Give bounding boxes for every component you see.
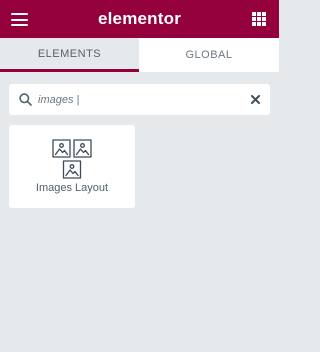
grid-icon[interactable] (252, 12, 266, 26)
search-icon (19, 93, 32, 106)
panel-tabs: ELEMENTS GLOBAL (0, 38, 279, 72)
images-layout-icon (52, 139, 92, 179)
top-bar: elementor (0, 0, 279, 38)
search-box (9, 84, 270, 115)
widget-label: Images Layout (35, 182, 109, 194)
elementor-logo: elementor (97, 9, 182, 28)
close-icon[interactable] (250, 94, 261, 105)
search-input[interactable] (38, 84, 238, 115)
tab-elements[interactable]: ELEMENTS (0, 38, 139, 72)
tab-global[interactable]: GLOBAL (139, 38, 279, 72)
widget-images-layout[interactable]: Images Layout (9, 125, 135, 208)
